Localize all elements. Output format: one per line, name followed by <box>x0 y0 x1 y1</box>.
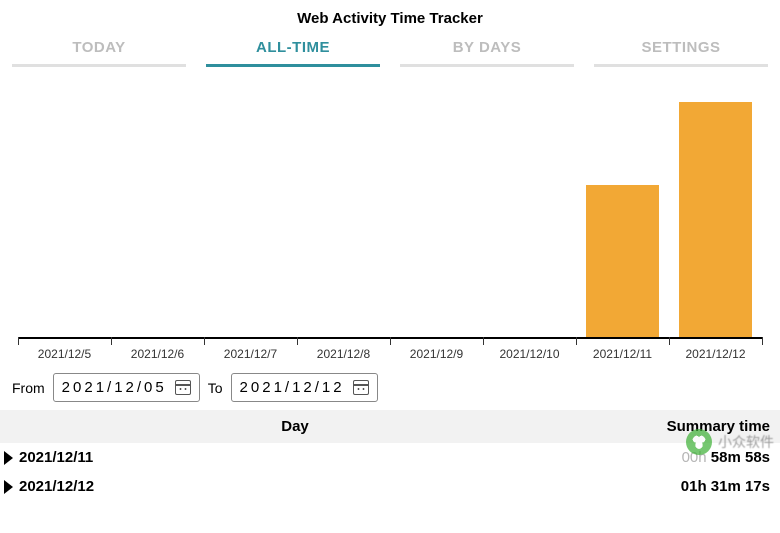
tab-bydays[interactable]: BY DAYS <box>400 33 574 67</box>
x-tick-label: 2021/12/11 <box>593 347 652 361</box>
x-tick-label: 2021/12/7 <box>224 347 277 361</box>
row-day: 2021/12/12 <box>19 478 580 495</box>
col-day: Day <box>10 418 580 435</box>
to-label: To <box>208 380 223 396</box>
from-label: From <box>12 380 45 396</box>
tab-settings[interactable]: SETTINGS <box>594 33 768 67</box>
date-range-row: From 2021/12/05 To 2021/12/12 <box>6 363 774 410</box>
x-tick-label: 2021/12/12 <box>685 347 745 361</box>
x-tick-label: 2021/12/9 <box>410 347 463 361</box>
chart-bar <box>586 185 659 337</box>
to-date-input[interactable]: 2021/12/12 <box>231 373 378 402</box>
wechat-icon <box>686 429 712 455</box>
x-tick-label: 2021/12/8 <box>317 347 370 361</box>
tab-bar: TODAY ALL-TIME BY DAYS SETTINGS <box>6 33 774 67</box>
expand-icon <box>4 480 13 494</box>
tab-today[interactable]: TODAY <box>12 33 186 67</box>
summary-table-body: 小众软件 2021/12/1100h 58m 58s2021/12/1201h … <box>0 443 780 501</box>
expand-icon <box>4 451 13 465</box>
activity-bar-chart: 2021/12/5 2021/12/6 2021/12/7 2021/12/8 2021… <box>10 75 770 363</box>
table-row[interactable]: 2021/12/1100h 58m 58s <box>0 443 780 472</box>
x-tick-label: 2021/12/10 <box>499 347 559 361</box>
summary-table-head: Day Summary time <box>0 410 780 443</box>
x-tick-label: 2021/12/6 <box>131 347 184 361</box>
calendar-icon <box>353 380 369 395</box>
tab-alltime[interactable]: ALL-TIME <box>206 33 380 67</box>
to-date-value: 2021/12/12 <box>240 379 345 396</box>
row-summary: 01h 31m 17s <box>580 478 770 495</box>
watermark-text: 小众软件 <box>718 432 774 452</box>
watermark: 小众软件 <box>686 429 774 455</box>
from-date-input[interactable]: 2021/12/05 <box>53 373 200 402</box>
chart-bar <box>679 102 752 337</box>
page-title: Web Activity Time Tracker <box>6 6 774 33</box>
table-row[interactable]: 2021/12/12 01h 31m 17s <box>0 472 780 501</box>
row-time-rest: 01h 31m 17s <box>681 478 770 495</box>
row-day: 2021/12/11 <box>19 449 580 466</box>
x-tick-label: 2021/12/5 <box>38 347 91 361</box>
calendar-icon <box>175 380 191 395</box>
from-date-value: 2021/12/05 <box>62 379 167 396</box>
